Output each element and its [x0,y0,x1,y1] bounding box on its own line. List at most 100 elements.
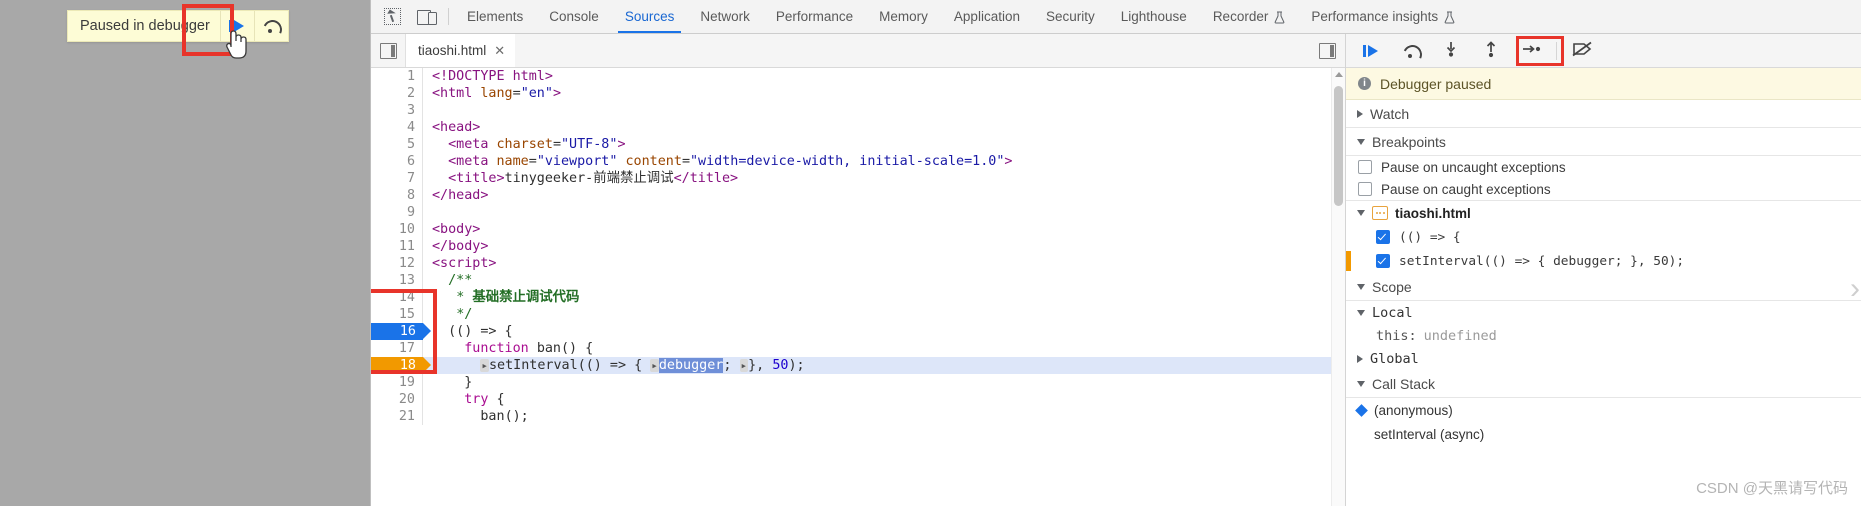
tab-application[interactable]: Application [941,0,1033,33]
inspect-element-button[interactable] [375,0,409,33]
scope-global[interactable]: Global [1346,347,1861,370]
section-breakpoints[interactable]: Breakpoints [1346,128,1861,156]
code-line[interactable]: 12 <script> [371,255,1345,272]
tab-network[interactable]: Network [687,0,763,33]
tab-label: Performance [775,9,854,24]
code-line[interactable]: 3 [371,102,1345,119]
checkbox[interactable] [1376,230,1390,244]
tab-label: Lighthouse [1120,9,1187,24]
code-line[interactable]: 17 function ban() { [371,340,1345,357]
tab-performance[interactable]: Performance [763,0,866,33]
line-number-gutter[interactable]: 13 [371,272,423,289]
checkbox[interactable] [1376,254,1390,268]
close-icon[interactable]: ✕ [494,43,505,59]
deactivate-breakpoints-button[interactable] [1563,37,1601,65]
option-pause-on-uncaught-exceptions[interactable]: Pause on uncaught exceptions [1346,156,1861,178]
tab-security[interactable]: Security [1033,0,1108,33]
code-line[interactable]: 21 ban(); [371,408,1345,425]
scope-local[interactable]: Local [1346,301,1861,324]
option-pause-on-caught-exceptions[interactable]: Pause on caught exceptions [1346,178,1861,200]
line-number-gutter[interactable]: 12 [371,255,423,272]
tab-lighthouse[interactable]: Lighthouse [1108,0,1200,33]
breakpoint-item[interactable]: setInterval(() => { debugger; }, 50); [1346,249,1861,273]
tab-sources[interactable]: Sources [612,0,688,33]
breakpoint-label: setInterval(() => { debugger; }, 50); [1399,253,1685,269]
code-line[interactable]: 6 <meta name="viewport" content="width=d… [371,153,1345,170]
deactivate-breakpoints-icon [1571,41,1593,60]
code-line[interactable]: 15 */ [371,306,1345,323]
section-watch[interactable]: Watch [1346,100,1861,128]
code-line[interactable]: 10 <body> [371,221,1345,238]
scope-variable-this[interactable]: this: undefined [1346,324,1861,347]
line-number-gutter[interactable]: 19 [371,374,423,391]
breakpoint-item[interactable]: (() => { [1346,225,1861,249]
line-number-gutter[interactable]: 3 [371,102,423,119]
line-number-gutter[interactable]: 14 [371,289,423,306]
checkbox[interactable] [1358,160,1372,174]
scroll-up-icon[interactable] [1335,72,1343,77]
step-out-of-current-function-button[interactable] [1472,37,1510,65]
code-text: ban(); [480,409,529,424]
line-number-gutter[interactable]: 7 [371,170,423,187]
scrollbar-thumb[interactable] [1334,86,1343,206]
variable-name: this: [1376,327,1417,344]
line-number-gutter[interactable]: 18 [371,357,431,374]
tab-console[interactable]: Console [536,0,612,33]
debugger-sidebar-toggle-button[interactable] [1309,34,1345,67]
call-stack-frame[interactable]: (anonymous) [1346,398,1861,422]
code-line[interactable]: 2 <html lang="en"> [371,85,1345,102]
line-number-gutter[interactable]: 17 [371,340,423,357]
code-line[interactable]: 16 (() => { [371,323,1345,340]
step-into-next-function-call-button[interactable] [1432,37,1470,65]
option-label: Pause on caught exceptions [1381,181,1551,197]
code-line[interactable]: 11 </body> [371,238,1345,255]
file-tab-tiaoshi-html[interactable]: tiaoshi.html ✕ [406,34,516,67]
resume-script-execution-button[interactable] [1352,37,1390,65]
line-number-gutter[interactable]: 16 [371,323,431,340]
tab-recorder[interactable]: Recorder [1200,0,1299,33]
line-number-gutter[interactable]: 20 [371,391,423,408]
line-number-gutter[interactable]: 11 [371,238,423,255]
code-line[interactable]: 1 <!DOCTYPE html> [371,68,1345,85]
chevron-right-icon[interactable]: › [1850,272,1860,306]
section-label: Breakpoints [1372,133,1446,150]
line-number-gutter[interactable]: 15 [371,306,423,323]
section-call-stack[interactable]: Call Stack [1346,370,1861,398]
line-number-gutter[interactable]: 10 [371,221,423,238]
code-line[interactable]: 14 * 基础禁止调试代码 [371,289,1345,306]
code-line[interactable]: 18 ▸setInterval(() => { ▸debugger; ▸}, 5… [371,357,1345,374]
file-tab-label: tiaoshi.html [418,43,487,58]
overlay-step-over-button[interactable] [253,11,288,42]
step-over-next-function-call-button[interactable] [1392,37,1430,67]
line-number-gutter[interactable]: 21 [371,408,423,425]
code-editor[interactable]: 1 <!DOCTYPE html> 2 <html lang="en"> 3 4 <head… [371,68,1345,506]
line-number-gutter[interactable]: 4 [371,119,423,136]
code-line[interactable]: 4 <head> [371,119,1345,136]
line-number-gutter[interactable]: 8 [371,187,423,204]
line-number-gutter[interactable]: 6 [371,153,423,170]
experiment-flask-icon [1444,11,1455,24]
tab-memory[interactable]: Memory [866,0,941,33]
editor-scrollbar[interactable] [1331,68,1345,506]
code-line[interactable]: 20 try { [371,391,1345,408]
breakpoint-file-group[interactable]: tiaoshi.html [1346,201,1861,225]
step-over-icon [260,17,285,42]
code-line[interactable]: 7 <title>tinygeeker-前端禁止调试</title> [371,170,1345,187]
section-scope[interactable]: Scope [1346,273,1861,301]
code-text: try { [464,392,505,407]
code-line[interactable]: 19 } [371,374,1345,391]
code-line[interactable]: 5 <meta charset="UTF-8"> [371,136,1345,153]
code-line[interactable]: 8 </head> [371,187,1345,204]
line-number-gutter[interactable]: 2 [371,85,423,102]
code-line[interactable]: 13 /** [371,272,1345,289]
device-toolbar-button[interactable] [409,0,443,33]
navigator-panel-toggle-button[interactable] [371,34,406,67]
tab-elements[interactable]: Elements [454,0,536,33]
line-number-gutter[interactable]: 9 [371,204,423,221]
line-number-gutter[interactable]: 5 [371,136,423,153]
checkbox[interactable] [1358,182,1372,196]
code-line[interactable]: 9 [371,204,1345,221]
line-number-gutter[interactable]: 1 [371,68,423,85]
tab-performance-insights[interactable]: Performance insights [1298,0,1468,33]
call-stack-frame[interactable]: setInterval (async) [1346,422,1861,446]
